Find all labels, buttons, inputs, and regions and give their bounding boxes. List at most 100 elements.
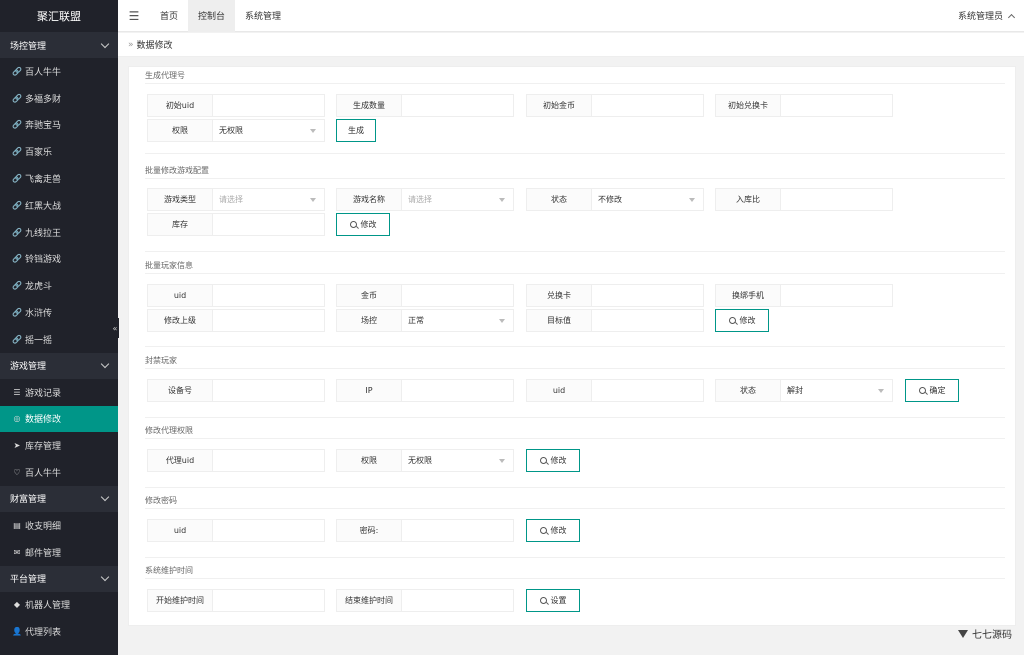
modify-player-button[interactable]: 修改	[715, 309, 769, 332]
password-uid-field[interactable]: uid	[147, 519, 325, 542]
field-value[interactable]	[592, 380, 703, 401]
maintenance-end-field[interactable]: 结束维护时间	[336, 589, 514, 612]
rebind-phone-field[interactable]: 换绑手机	[715, 284, 893, 307]
select-value[interactable]: 无权限	[213, 120, 310, 141]
sidebar-item[interactable]: 🔗 水浒传	[0, 299, 118, 326]
tab-console[interactable]: 控制台	[188, 0, 236, 32]
select-value[interactable]: 不修改	[592, 189, 689, 210]
sidebar-item[interactable]: 🔗 龙虎斗	[0, 272, 118, 299]
menu-toggle-icon[interactable]: ☰	[118, 9, 150, 23]
sidebar-item-active[interactable]: ◎ 数据修改	[0, 405, 118, 433]
target-value-field[interactable]: 目标值	[526, 309, 704, 332]
field-value[interactable]	[781, 189, 892, 210]
field-value[interactable]	[402, 95, 513, 116]
initial-exchange-card-field[interactable]: 初始兑换卡	[715, 94, 893, 117]
modify-permission-button[interactable]: 修改	[526, 449, 580, 472]
field-value[interactable]	[402, 285, 513, 306]
sidebar-item[interactable]: 🔗 多福多财	[0, 85, 118, 112]
top-header: ☰ 首页 控制台 系统管理 系统管理员	[118, 0, 1024, 32]
field-value[interactable]	[592, 310, 703, 331]
watermark: 七七源码	[958, 626, 1012, 641]
button-label: 修改	[360, 220, 377, 229]
ban-uid-field[interactable]: uid	[526, 379, 704, 402]
field-label: 库存	[148, 214, 213, 235]
ban-status-select[interactable]: 状态 解封	[715, 379, 893, 402]
sidebar-group-platform[interactable]: 平台管理	[0, 565, 118, 592]
device-id-field[interactable]: 设备号	[147, 379, 325, 402]
modify-game-button[interactable]: 修改	[336, 213, 390, 236]
ip-field[interactable]: IP	[336, 379, 514, 402]
field-label: 权限	[337, 450, 402, 471]
uid-field[interactable]: uid	[147, 284, 325, 307]
exchange-card-field[interactable]: 兑换卡	[526, 284, 704, 307]
sidebar-item[interactable]: 🔗 铃铛游戏	[0, 246, 118, 273]
password-field[interactable]: 密码:	[336, 519, 514, 542]
field-value[interactable]	[213, 285, 324, 306]
sidebar-item[interactable]: ▤ 收支明细	[0, 512, 118, 539]
field-value[interactable]	[213, 380, 324, 401]
sidebar-item[interactable]: ☰ 游戏记录	[0, 379, 118, 406]
field-value[interactable]	[213, 95, 324, 116]
sidebar-item[interactable]: 🔗 摇一摇	[0, 326, 118, 353]
sidebar-group-field-control[interactable]: 场控管理	[0, 32, 118, 58]
sidebar-item[interactable]: ✉ 邮件管理	[0, 539, 118, 566]
set-maintenance-button[interactable]: 设置	[526, 589, 580, 612]
sidebar-item[interactable]: 🔗 九线拉王	[0, 219, 118, 246]
field-value[interactable]	[402, 380, 513, 401]
agent-permission-select[interactable]: 权限 无权限	[336, 449, 514, 472]
modify-password-button[interactable]: 修改	[526, 519, 580, 542]
gold-field[interactable]: 金币	[336, 284, 514, 307]
field-value[interactable]	[402, 520, 513, 541]
sidebar-item[interactable]: 🔗 百人牛牛	[0, 58, 118, 85]
sidebar-item-label: 九线拉王	[25, 228, 62, 239]
game-type-select[interactable]: 游戏类型 请选择	[147, 188, 325, 211]
field-value[interactable]	[213, 214, 324, 235]
sidebar-group-game[interactable]: 游戏管理	[0, 352, 118, 379]
field-value[interactable]	[213, 590, 324, 611]
field-value[interactable]	[592, 285, 703, 306]
generate-count-field[interactable]: 生成数量	[336, 94, 514, 117]
field-value[interactable]	[402, 590, 513, 611]
button-label: 修改	[550, 456, 567, 465]
field-control-select[interactable]: 场控 正常	[336, 309, 514, 332]
sidebar-item[interactable]: 🔗 飞禽走兽	[0, 165, 118, 192]
maintenance-start-field[interactable]: 开始维护时间	[147, 589, 325, 612]
select-placeholder[interactable]: 请选择	[402, 189, 499, 210]
sidebar-item[interactable]: 🔗 奔驰宝马	[0, 112, 118, 139]
field-value[interactable]	[213, 310, 324, 331]
sidebar-item[interactable]: 🔗 红黑大战	[0, 192, 118, 219]
storage-ratio-field[interactable]: 入库比	[715, 188, 893, 211]
collapse-sidebar-icon[interactable]: «	[111, 318, 119, 338]
sidebar-item[interactable]: ➤ 库存管理	[0, 432, 118, 459]
confirm-ban-button[interactable]: 确定	[905, 379, 959, 402]
select-placeholder[interactable]: 请选择	[213, 189, 310, 210]
field-value[interactable]	[781, 285, 892, 306]
tab-system[interactable]: 系统管理	[235, 0, 291, 32]
tab-home[interactable]: 首页	[150, 0, 188, 32]
modify-superior-field[interactable]: 修改上级	[147, 309, 325, 332]
sidebar-item-label: 飞禽走兽	[25, 175, 62, 186]
permission-select[interactable]: 权限 无权限	[147, 119, 325, 142]
game-name-select[interactable]: 游戏名称 请选择	[336, 188, 514, 211]
user-menu[interactable]: 系统管理员	[958, 9, 1024, 22]
select-value[interactable]: 正常	[402, 310, 499, 331]
sidebar-group-wealth[interactable]: 财富管理	[0, 485, 118, 512]
sidebar-item[interactable]: 👤 代理列表	[0, 618, 118, 645]
sidebar-item[interactable]: ♡ 百人牛牛	[0, 459, 118, 486]
field-value[interactable]	[213, 450, 324, 471]
agent-uid-field[interactable]: 代理uid	[147, 449, 325, 472]
sidebar-item[interactable]: ◆ 机器人管理	[0, 592, 118, 619]
status-select[interactable]: 状态 不修改	[526, 188, 704, 211]
field-value[interactable]	[213, 520, 324, 541]
generate-button[interactable]: 生成	[336, 119, 376, 142]
initial-gold-field[interactable]: 初始金币	[526, 94, 704, 117]
section-divider	[145, 557, 1005, 558]
field-value[interactable]	[781, 95, 892, 116]
select-value[interactable]: 解封	[781, 380, 878, 401]
sidebar-item[interactable]: 🔗 百家乐	[0, 138, 118, 165]
initial-uid-field[interactable]: 初始uid	[147, 94, 325, 117]
inventory-field[interactable]: 库存	[147, 213, 325, 236]
select-value[interactable]: 无权限	[402, 450, 499, 471]
field-value[interactable]	[592, 95, 703, 116]
sidebar-item-label: 邮件管理	[25, 548, 62, 559]
